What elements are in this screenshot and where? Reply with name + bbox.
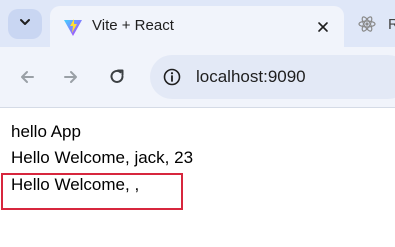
url-text: localhost:9090 — [196, 67, 306, 86]
vite-logo-icon — [63, 17, 83, 37]
highlight-box — [1, 173, 183, 210]
close-icon[interactable] — [314, 18, 332, 36]
back-arrow-icon[interactable] — [17, 67, 37, 87]
browser-toolbar: localhost:9090 — [0, 47, 395, 108]
text-line-hello-app: hello App — [11, 122, 81, 141]
tab-title: Vite + React — [92, 17, 174, 34]
site-info-icon[interactable] — [162, 67, 182, 87]
text-line-welcome-jack: Hello Welcome, jack, 23 — [11, 148, 194, 167]
browser-chrome: Vite + React Re — [0, 0, 395, 108]
tab-strip: Vite + React Re — [0, 0, 395, 47]
tab-title: Re — [388, 16, 395, 33]
reload-icon[interactable] — [107, 67, 127, 87]
chevron-down-icon — [18, 15, 32, 34]
tab-inactive[interactable]: Re — [352, 6, 395, 43]
tab-search-button[interactable] — [8, 9, 42, 39]
tab-active[interactable]: Vite + React — [50, 6, 344, 47]
address-bar[interactable]: localhost:9090 — [150, 55, 395, 99]
react-logo-icon — [358, 15, 376, 33]
forward-arrow-icon[interactable] — [61, 67, 81, 87]
page-content: hello App Hello Welcome, jack, 23 Hello … — [0, 108, 395, 247]
